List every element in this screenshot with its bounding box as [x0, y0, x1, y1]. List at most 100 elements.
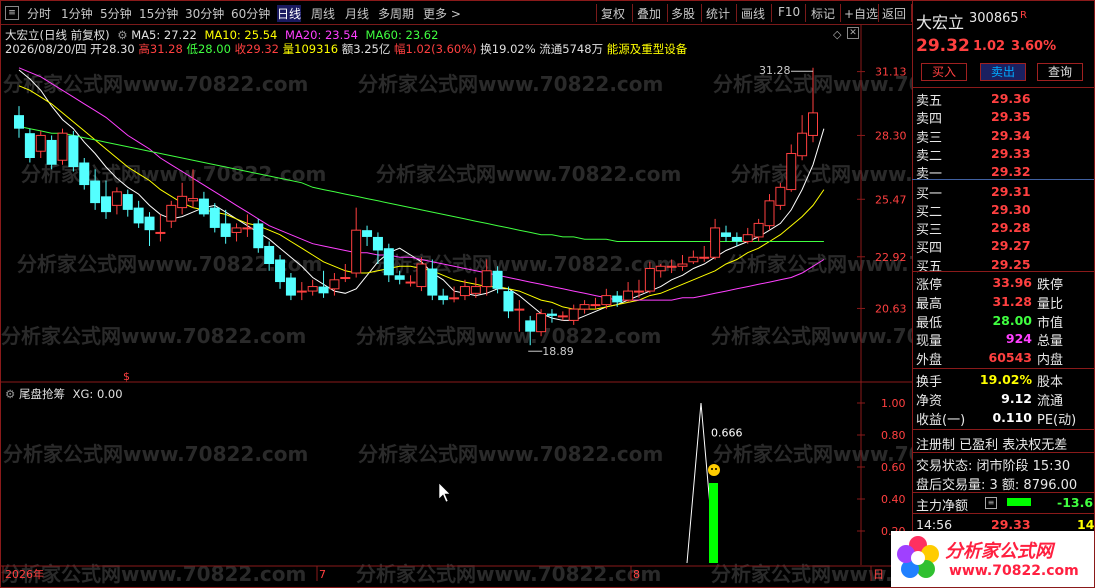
ma60-label: MA60: 23.62 — [365, 28, 439, 42]
candle-body — [285, 277, 296, 296]
watermark-text: 分析家公式网www.70822.com — [3, 442, 308, 466]
stat-value: 19.02% — [979, 372, 1032, 387]
candle-body — [394, 275, 405, 280]
diamond-icon[interactable]: ◇ — [833, 28, 841, 41]
main-flow-label: 主力净额 — [916, 499, 969, 514]
candle-body — [79, 162, 90, 186]
candle-body — [786, 152, 797, 191]
candle-body — [340, 277, 351, 280]
candle-body — [46, 139, 57, 165]
date-tick-label: 2026年 — [5, 567, 44, 581]
stat-label: 换手 — [916, 375, 943, 390]
settings-icon[interactable]: ⚙ — [5, 387, 15, 401]
price-tick-label: 20.63 — [875, 302, 907, 315]
stat-label: 现量 — [916, 334, 943, 350]
close-icon[interactable]: ✕ — [847, 27, 859, 39]
candle-body — [438, 295, 449, 301]
badge-r: R — [1020, 10, 1027, 21]
ask-level-price[interactable]: 29.34 — [991, 128, 1031, 143]
date-tick-label: 7 — [319, 568, 326, 581]
candle-body — [318, 286, 329, 294]
ask-level-price[interactable]: 29.33 — [991, 146, 1031, 161]
float-value: 流通5748万 — [539, 42, 604, 56]
period-30min[interactable]: 30分钟 — [185, 5, 224, 22]
indicator-name: 尾盘抢筹 — [18, 387, 65, 401]
watermark-text: 分析家公式网www.70822.com — [376, 162, 681, 186]
ask-level-price[interactable]: 29.32 — [991, 164, 1031, 179]
menu-icon[interactable]: ≡ — [5, 6, 19, 20]
price-tick-label: 31.13 — [875, 66, 907, 79]
last-price: 29.32 — [916, 36, 970, 56]
add-watchlist-button[interactable]: +自选 — [844, 5, 878, 22]
stat-label-right: 流通 — [1037, 393, 1064, 409]
ask-level-price[interactable]: 29.35 — [991, 109, 1031, 124]
period-fenshi[interactable]: 分时 — [27, 5, 51, 22]
site-logo: 分析家公式网 www.70822.com — [891, 531, 1094, 587]
candle-body — [699, 256, 710, 259]
back-button[interactable]: 返回 — [882, 5, 906, 22]
settings-icon[interactable]: ⚙ — [117, 28, 127, 42]
period-multi[interactable]: 多周期 — [378, 5, 414, 22]
query-button[interactable]: 查询 — [1037, 63, 1083, 81]
period-daily[interactable]: 日线 — [277, 5, 302, 22]
overlay-button[interactable]: 叠加 — [637, 5, 661, 22]
draw-line-button[interactable]: 画线 — [741, 5, 765, 22]
multi-stock-button[interactable]: 多股 — [671, 5, 695, 22]
stock-code: 300865 — [969, 11, 1019, 26]
candle-body — [329, 279, 340, 290]
stat-label-right: 总量 — [1037, 334, 1064, 350]
divider — [912, 179, 1094, 180]
bid-level-price[interactable]: 29.30 — [991, 202, 1031, 217]
stat-label-right: 市值 — [1037, 315, 1064, 331]
candle-body — [492, 270, 503, 289]
stat-value: 0.110 — [992, 409, 1032, 425]
date-open: 2026/08/20/四 开28.30 — [5, 42, 135, 56]
bid-level-price[interactable]: 29.28 — [991, 220, 1031, 235]
indicator-tick-label: 0.40 — [881, 493, 906, 506]
f10-button[interactable]: F10 — [778, 5, 800, 19]
indicator-bar — [709, 483, 718, 563]
period-1min[interactable]: 1分钟 — [61, 5, 93, 22]
period-monthly[interactable]: 月线 — [345, 5, 369, 22]
buy-button[interactable]: 买入 — [921, 63, 967, 81]
candle-body — [655, 265, 666, 272]
ask-level-label: 卖二 — [916, 148, 943, 164]
candle-body — [307, 286, 318, 292]
sell-button[interactable]: 卖出 — [980, 63, 1026, 81]
toolbar-divider — [878, 4, 879, 22]
candle-body — [144, 216, 155, 231]
stock-chart-window: { "toolbar": { "periods": ["分时","1分钟","5… — [0, 0, 1095, 588]
candle-body — [525, 320, 536, 332]
trade-status: 交易状态: 闭市阶段 15:30 — [916, 459, 1071, 474]
bid-level-price[interactable]: 29.31 — [991, 184, 1031, 199]
candle-body — [590, 304, 601, 307]
indicator-xg: XG: 0.00 — [72, 387, 123, 401]
period-more[interactable]: 更多 > — [423, 5, 461, 22]
watermark-text: 分析家公式网www.70822.com — [731, 162, 913, 186]
stats-button[interactable]: 统计 — [706, 5, 730, 22]
indicator-tick-label: 0.60 — [881, 461, 906, 474]
tags-line: 注册制 已盈利 表决权无差 — [916, 438, 1068, 453]
fuquan-button[interactable]: 复权 — [601, 5, 625, 22]
mark-button[interactable]: 标记 — [811, 5, 835, 22]
candle-body — [57, 132, 68, 161]
stat-label-right: 量比 — [1037, 296, 1064, 312]
ohlc-line: 2026/08/20/四 开28.30 高31.28 低28.00 收29.32… — [5, 41, 687, 57]
stat-value: 924 — [1005, 331, 1032, 347]
candle-body — [220, 223, 231, 237]
bid-level-price[interactable]: 29.25 — [991, 257, 1031, 272]
candle-body — [416, 263, 427, 288]
stat-label: 收益(一) — [916, 412, 966, 428]
period-5min[interactable]: 5分钟 — [100, 5, 132, 22]
watermark-text: 分析家公式网www.70822.com — [21, 162, 326, 186]
list-icon[interactable]: ≡ — [985, 497, 997, 509]
period-weekly[interactable]: 周线 — [311, 5, 335, 22]
stat-value: 60543 — [988, 350, 1033, 366]
kline-chart[interactable]: 分析家公式网www.70822.com 分析家公式网www.70822.com 分析… — [1, 25, 913, 588]
toolbar-divider — [632, 4, 633, 22]
bid-level-price[interactable]: 29.27 — [991, 238, 1031, 253]
ask-level-price[interactable]: 29.36 — [991, 91, 1031, 106]
period-60min[interactable]: 60分钟 — [231, 5, 270, 22]
period-15min[interactable]: 15分钟 — [139, 5, 178, 22]
stock-title: 大宏立(日线 前复权) — [5, 28, 110, 42]
